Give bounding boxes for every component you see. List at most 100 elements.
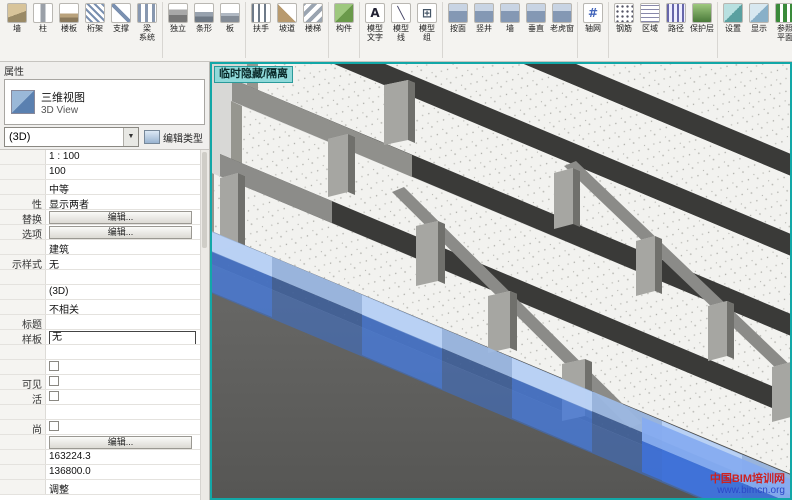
ribbon-button-show-workplane[interactable]: 显示	[746, 2, 772, 34]
property-label	[0, 465, 46, 479]
ribbon-button-floor[interactable]: 楼板	[56, 2, 82, 34]
rebar-icon	[614, 3, 634, 23]
ribbon-button-component[interactable]: 构件	[331, 2, 357, 34]
dormer-opening-icon	[552, 3, 572, 23]
ribbon-button-label: 墙	[506, 24, 514, 33]
ribbon-button-rebar-cover[interactable]: 保护层	[689, 2, 715, 34]
concrete-upstand-block[interactable]	[328, 134, 355, 197]
checkbox[interactable]	[49, 361, 59, 371]
view-selector-dropdown[interactable]: (3D) ▼	[4, 127, 139, 147]
property-value[interactable]: 建筑	[46, 240, 209, 254]
wall-opening-icon	[500, 3, 520, 23]
ribbon-button-set-workplane[interactable]: 设置	[720, 2, 746, 34]
edit-button[interactable]: 编辑...	[49, 211, 192, 224]
ribbon-button-foundation-slab[interactable]: 板	[217, 2, 243, 34]
ribbon-button-model-text[interactable]: A模型 文字	[362, 2, 388, 43]
property-value[interactable]	[46, 315, 209, 329]
property-label	[0, 435, 46, 449]
property-value[interactable]	[46, 390, 209, 404]
edit-button[interactable]: 编辑...	[49, 436, 192, 449]
property-row	[0, 405, 209, 420]
ribbon-button-beam-system[interactable]: 梁 系统	[134, 2, 160, 43]
property-row	[0, 345, 209, 360]
ribbon-button-label: 桁架	[87, 24, 103, 33]
property-value[interactable]	[46, 345, 209, 359]
concrete-upstand-block[interactable]	[416, 221, 445, 286]
property-value[interactable]: 136800.0	[46, 465, 209, 479]
scrollbar-thumb[interactable]	[202, 152, 207, 248]
property-value[interactable]: 无	[46, 330, 209, 344]
ribbon-button-model-group[interactable]: ⊞模型 组	[414, 2, 440, 43]
concrete-upstand-block[interactable]	[772, 362, 790, 422]
property-row: 性显示两者	[0, 195, 209, 210]
property-label: 样板	[0, 330, 46, 344]
checkbox[interactable]	[49, 376, 59, 386]
concrete-upstand-block[interactable]	[554, 168, 580, 229]
property-label	[0, 150, 46, 164]
property-label	[0, 180, 46, 194]
show-workplane-icon	[749, 3, 769, 23]
property-label: 标题	[0, 315, 46, 329]
ribbon-button-rebar-area[interactable]: 区域	[637, 2, 663, 34]
ribbon-button-grid[interactable]: #轴网	[580, 2, 606, 34]
checkbox[interactable]	[49, 421, 59, 431]
property-label	[0, 285, 46, 299]
chevron-down-icon[interactable]: ▼	[123, 128, 138, 146]
ribbon-button-ramp[interactable]: 坡道	[274, 2, 300, 34]
edit-button[interactable]: 编辑...	[49, 226, 192, 239]
property-value[interactable]: 编辑...	[46, 435, 209, 449]
boxed-value[interactable]: 无	[49, 331, 196, 344]
ribbon-button-label: 独立	[170, 24, 186, 33]
property-value[interactable]: (3D)	[46, 285, 209, 299]
property-value[interactable]	[46, 270, 209, 284]
property-value[interactable]: 不相关	[46, 300, 209, 314]
ribbon-button-rebar[interactable]: 钢筋	[611, 2, 637, 34]
type-selector-preview[interactable]: 三维视图 3D View	[4, 79, 205, 125]
ribbon-button-brace[interactable]: 支撑	[108, 2, 134, 34]
property-value[interactable]: 1 : 100	[46, 150, 209, 164]
property-value[interactable]: 调整	[46, 480, 209, 494]
property-value[interactable]	[46, 375, 209, 389]
ribbon-button-strip-footing[interactable]: 条形	[191, 2, 217, 34]
ribbon-button-vertical-opening[interactable]: 垂直	[523, 2, 549, 34]
concrete-upstand-block[interactable]	[708, 301, 734, 361]
concrete-upstand-block[interactable]	[488, 291, 517, 353]
property-value[interactable]: 中等	[46, 180, 209, 194]
ribbon-button-truss[interactable]: 桁架	[82, 2, 108, 34]
ribbon-button-label: 老虎窗	[550, 24, 574, 33]
ribbon-button-wall-opening[interactable]: 墙	[497, 2, 523, 34]
ribbon-button-rebar-path[interactable]: 路径	[663, 2, 689, 34]
ribbon-button-column[interactable]: 柱	[30, 2, 56, 34]
checkbox[interactable]	[49, 391, 59, 401]
ribbon-button-railing[interactable]: 扶手	[248, 2, 274, 34]
property-row: 标题	[0, 315, 209, 330]
property-value[interactable]	[46, 405, 209, 419]
concrete-upstand-block[interactable]	[636, 236, 662, 296]
property-row	[0, 360, 209, 375]
property-value[interactable]: 编辑...	[46, 210, 209, 224]
drawing-viewport[interactable]: 临时隐藏/隔离 中国BIM培训网 www.bimcn.org	[210, 62, 792, 500]
ribbon-button-opening-by-face[interactable]: 按面	[445, 2, 471, 34]
ribbon-button-model-line[interactable]: ╲模型 线	[388, 2, 414, 43]
ribbon-button-dormer-opening[interactable]: 老虎窗	[549, 2, 575, 34]
ribbon-button-shaft-opening[interactable]: 竖井	[471, 2, 497, 34]
ribbon-button-label: 模型 文字	[367, 24, 383, 42]
concrete-upstand-block[interactable]	[384, 80, 415, 145]
ribbon-button-ref-plane[interactable]: 参照 平面	[772, 2, 792, 43]
ribbon-button-label: 参照 平面	[777, 24, 792, 42]
property-value[interactable]	[46, 360, 209, 374]
ribbon-button-label: 钢筋	[616, 24, 632, 33]
property-value[interactable]	[46, 420, 209, 434]
ribbon-button-stair[interactable]: 楼梯	[300, 2, 326, 34]
ribbon-button-isolated-footing[interactable]: 独立	[165, 2, 191, 34]
property-value[interactable]: 无	[46, 255, 209, 269]
edit-type-button[interactable]: 编辑类型	[142, 127, 205, 147]
property-value[interactable]: 100	[46, 165, 209, 179]
properties-scrollbar[interactable]	[200, 150, 209, 500]
viewport-canvas[interactable]	[212, 64, 790, 498]
property-value[interactable]: 编辑...	[46, 225, 209, 239]
property-value[interactable]: 显示两者	[46, 195, 209, 209]
property-value[interactable]: 163224.3	[46, 450, 209, 464]
watermark-site-name: 中国BIM培训网	[710, 474, 785, 485]
ribbon-button-wall[interactable]: 墙	[4, 2, 30, 34]
